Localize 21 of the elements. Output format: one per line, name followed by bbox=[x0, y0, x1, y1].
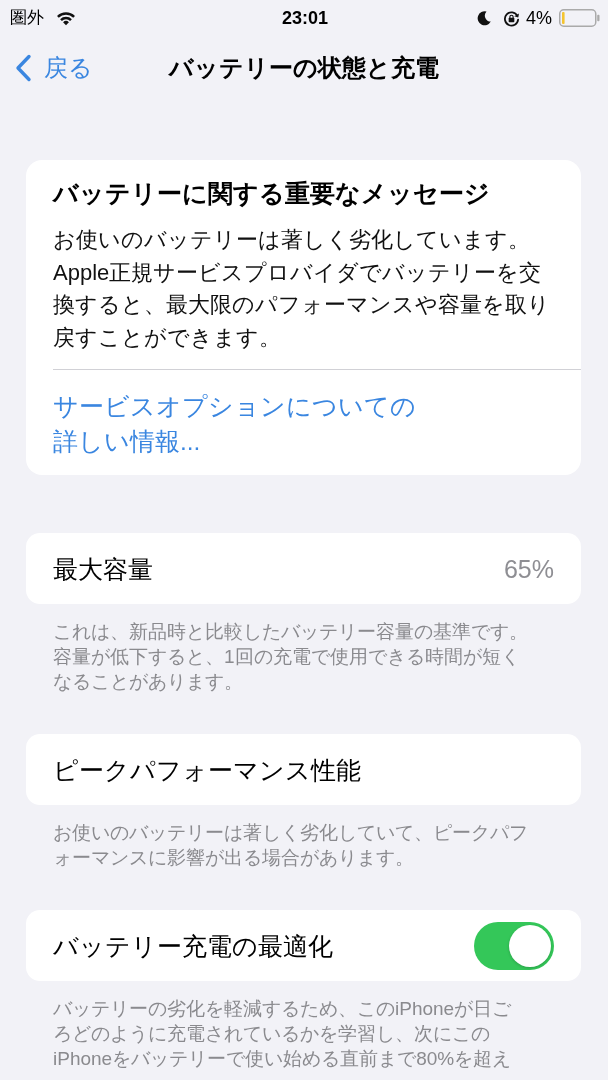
battery-icon bbox=[559, 9, 600, 27]
message-title: バッテリーに関する重要なメッセージ bbox=[53, 178, 491, 208]
row-label: ピークパフォーマンス性能 bbox=[53, 754, 361, 785]
message-text: お使いのバッテリーは著しく劣化しています。Apple正規サービスプロバイダでバッテリーを交換すると、最大限のパフォーマンスや容量を取り戻すことができます。 bbox=[53, 226, 551, 352]
moon-icon bbox=[477, 10, 491, 26]
rotation-lock-icon bbox=[503, 9, 520, 27]
time-label: 23:01 bbox=[281, 8, 328, 28]
back-button[interactable]: 戻る bbox=[0, 53, 93, 83]
service-options-link[interactable]: サービスオプションについての詳しい情報... bbox=[53, 389, 428, 459]
toggle-switch[interactable] bbox=[474, 921, 554, 970]
battery-percent: 4% bbox=[526, 8, 552, 28]
nav-title: バッテリーの状態と充電 bbox=[169, 53, 439, 83]
footer-text: バッテリーの劣化を軽減するため、このiPhoneが日ごろどのように充電されているかを学習し、次にこのiPhoneをバッテリーで使い始める直前まで80%を超え bbox=[52, 997, 513, 1071]
footer-text: お使いのバッテリーは著しく劣化していて、ピークパフォーマンスに影響が出る場合があります。 bbox=[52, 821, 529, 870]
back-chevron-icon bbox=[14, 54, 32, 82]
wifi-icon bbox=[55, 10, 77, 26]
row-value: 65% bbox=[503, 553, 554, 584]
row-label: バッテリー充電の最適化 bbox=[53, 930, 333, 961]
row-label: 最大容量 bbox=[53, 553, 153, 584]
carrier-label: 圏外 bbox=[10, 8, 44, 28]
footer-text: これは、新品時と比較したバッテリー容量の基準です。容量が低下すると、1回の充電で使用できる時間が短くなることがあります。 bbox=[52, 620, 529, 694]
